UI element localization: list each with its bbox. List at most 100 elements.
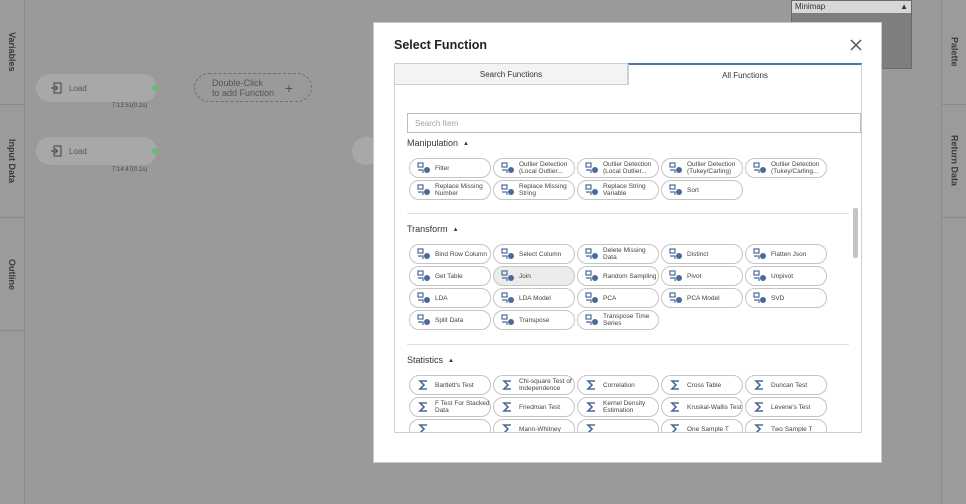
tab-input-data[interactable]: Input Data <box>0 105 24 218</box>
function-item-label: Bind Row Column <box>435 250 488 258</box>
functions-panel: Manipulation ▲ Transform ▲ Statistics ▲ Fil… <box>394 85 862 433</box>
tab-return-data-label: Return Data <box>949 135 960 187</box>
function-item-split-data[interactable]: Split Data <box>409 310 491 330</box>
function-icon <box>753 270 766 281</box>
function-item-outlier-detection-tukey-carling[interactable]: Outlier Detection (Tukey/Carling... <box>745 158 827 178</box>
section-header-statistics[interactable]: Statistics ▲ <box>407 355 454 365</box>
tab-search-functions[interactable]: Search Functions <box>394 63 628 85</box>
section-header-transform[interactable]: Transform ▲ <box>407 224 459 234</box>
function-item-delete-missing-data[interactable]: Delete Missing Data <box>577 244 659 264</box>
select-function-dialog: Select Function Search Functions All Fun… <box>373 22 882 463</box>
close-icon[interactable] <box>849 38 863 52</box>
function-item-outlier-detection-tukey-carling[interactable]: Outlier Detection (Tukey/Carling) <box>661 158 743 178</box>
function-item-unlabeled[interactable] <box>409 419 491 432</box>
tab-variables[interactable]: Variables <box>0 0 24 105</box>
function-item-correlation[interactable]: Correlation <box>577 375 659 395</box>
sigma-icon <box>502 380 511 390</box>
function-item-label: LDA Model <box>519 294 551 302</box>
function-item-label: Filter <box>435 164 450 172</box>
function-icon <box>669 248 682 259</box>
function-icon <box>501 270 514 281</box>
function-item-label: Select Column <box>519 250 562 258</box>
function-item-get-table[interactable]: Get Table <box>409 266 491 286</box>
function-item-label: Outlier Detection (Local Outlier... <box>603 161 652 175</box>
function-icon <box>585 314 598 325</box>
section-header-manipulation[interactable]: Manipulation ▲ <box>407 138 469 148</box>
function-icon <box>753 248 766 259</box>
function-item-label: Random Sampling <box>603 272 657 280</box>
function-item-two-sample-t[interactable]: Two Sample T <box>745 419 827 432</box>
function-item-filter[interactable]: Filter <box>409 158 491 178</box>
canvas-node-load[interactable]: Load <box>36 137 157 165</box>
sigma-icon <box>418 380 427 390</box>
function-item-join[interactable]: Join <box>493 266 575 286</box>
function-item-mann-whitney[interactable]: Mann-Whitney <box>493 419 575 432</box>
function-item-svd[interactable]: SVD <box>745 288 827 308</box>
function-item-distinct[interactable]: Distinct <box>661 244 743 264</box>
function-icon <box>585 292 598 303</box>
function-item-levene-s-test[interactable]: Levene's Test <box>745 397 827 417</box>
sigma-icon <box>670 402 679 412</box>
function-item-pca-model[interactable]: PCA Model <box>661 288 743 308</box>
tab-all-functions[interactable]: All Functions <box>628 63 862 85</box>
function-item-kruskal-wallis-test[interactable]: Kruskal-Wallis Test <box>661 397 743 417</box>
tab-return-data[interactable]: Return Data <box>942 105 966 218</box>
function-item-kernel-density-estimation[interactable]: Kernel Density Estimation <box>577 397 659 417</box>
function-item-bind-row-column[interactable]: Bind Row Column <box>409 244 491 264</box>
function-item-unlabeled[interactable] <box>577 419 659 432</box>
function-item-bartlett-s-test[interactable]: Bartlett's Test <box>409 375 491 395</box>
section-title: Manipulation <box>407 138 459 148</box>
function-item-outlier-detection-local-outlier[interactable]: Outlier Detection (Local Outlier... <box>493 158 575 178</box>
function-item-select-column[interactable]: Select Column <box>493 244 575 264</box>
function-item-unpivot[interactable]: Unpivot <box>745 266 827 286</box>
function-item-lda-model[interactable]: LDA Model <box>493 288 575 308</box>
function-item-label: Pivot <box>687 272 702 280</box>
function-item-pivot[interactable]: Pivot <box>661 266 743 286</box>
function-item-transpose-time-series[interactable]: Transpose Time Series <box>577 310 659 330</box>
function-item-f-test-for-stacked-data[interactable]: F Test For Stacked Data <box>409 397 491 417</box>
function-item-label: Chi-square Test of Independence <box>519 378 572 392</box>
scrollbar-thumb[interactable] <box>853 208 858 258</box>
chevron-up-icon[interactable]: ▲ <box>900 1 908 13</box>
function-icon <box>417 162 430 173</box>
function-item-outlier-detection-local-outlier[interactable]: Outlier Detection (Local Outlier... <box>577 158 659 178</box>
function-icon <box>417 248 430 259</box>
sigma-icon <box>502 424 511 432</box>
function-item-friedman-test[interactable]: Friedman Test <box>493 397 575 417</box>
sigma-icon <box>586 402 595 412</box>
canvas-node-load[interactable]: Load <box>36 74 157 102</box>
function-item-replace-missing-number[interactable]: Replace Missing Number <box>409 180 491 200</box>
function-item-lda[interactable]: LDA <box>409 288 491 308</box>
dialog-title: Select Function <box>394 38 488 52</box>
tab-palette[interactable]: Palette <box>942 0 966 105</box>
function-item-label: Duncan Test <box>771 381 808 389</box>
tab-outline[interactable]: Outline <box>0 218 24 331</box>
sigma-icon <box>418 402 427 412</box>
function-item-sort[interactable]: Sort <box>661 180 743 200</box>
function-item-random-sampling[interactable]: Random Sampling <box>577 266 659 286</box>
function-item-label: One Sample T <box>687 425 729 433</box>
function-item-cross-table[interactable]: Cross Table <box>661 375 743 395</box>
function-item-duncan-test[interactable]: Duncan Test <box>745 375 827 395</box>
function-item-pca[interactable]: PCA <box>577 288 659 308</box>
function-item-label: Outlier Detection (Tukey/Carling) <box>687 161 736 175</box>
function-item-one-sample-t[interactable]: One Sample T <box>661 419 743 433</box>
load-icon <box>51 145 62 157</box>
function-item-label: Unpivot <box>771 272 794 280</box>
sigma-icon <box>418 424 427 432</box>
minimap-title: Minimap <box>795 2 826 11</box>
function-item-label: Sort <box>687 186 699 194</box>
scrollbar[interactable] <box>853 208 859 432</box>
function-tabs: Search Functions All Functions <box>394 63 862 85</box>
function-item-transpose[interactable]: Transpose <box>493 310 575 330</box>
function-item-label: Kernel Density Estimation <box>603 400 646 414</box>
function-item-chi-square-test-of-independence[interactable]: Chi-square Test of Independence <box>493 375 575 395</box>
function-item-replace-string-variable[interactable]: Replace String Variable <box>577 180 659 200</box>
add-function-placeholder[interactable]: Double-Click to add Function + <box>194 73 312 102</box>
function-item-label: Split Data <box>435 316 464 324</box>
right-sidebar: Palette Return Data <box>941 0 966 504</box>
function-icon <box>669 292 682 303</box>
search-input[interactable] <box>407 113 861 133</box>
function-item-flatten-json[interactable]: Flatten Json <box>745 244 827 264</box>
function-item-replace-missing-string[interactable]: Replace Missing String <box>493 180 575 200</box>
